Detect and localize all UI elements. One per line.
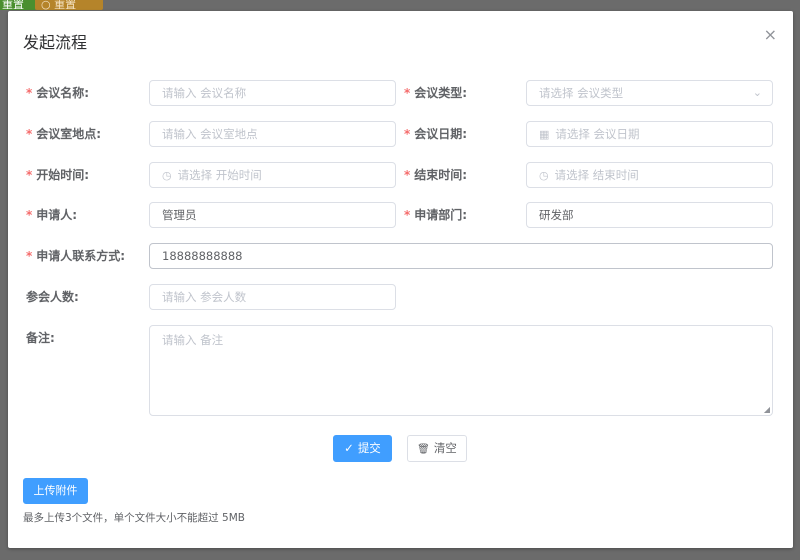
department-label: * 申请部门: [404, 208, 468, 222]
applicant-input[interactable]: 管理员 [149, 202, 396, 228]
remarks-label: 备注: [26, 331, 55, 345]
check-icon: ✓ [344, 441, 354, 455]
submit-button[interactable]: ✓ 提交 [333, 435, 392, 462]
contact-input[interactable]: 18888888888 [149, 243, 773, 269]
clear-button[interactable]: 🗑 清空 [407, 435, 467, 462]
calendar-icon: ▦ [539, 128, 550, 141]
background-reset-button-2: ○ 重置 [35, 0, 103, 11]
required-mark: * [404, 208, 411, 222]
required-mark: * [26, 127, 33, 141]
close-icon[interactable]: × [764, 25, 777, 44]
resize-grip-icon[interactable]: ◢ [764, 405, 770, 415]
meeting-type-label: * 会议类型: [404, 86, 468, 100]
chevron-down-icon: ⌄ [752, 86, 762, 99]
start-time-picker[interactable]: ◷ 请选择 开始时间 [149, 162, 396, 188]
start-time-label: * 开始时间: [26, 168, 90, 182]
remarks-textarea[interactable]: 请输入 备注 ◢ [149, 325, 773, 416]
end-time-picker[interactable]: ◷ 请选择 结束时间 [526, 162, 773, 188]
contact-label: * 申请人联系方式: [26, 249, 126, 263]
start-process-dialog: 发起流程 × * 会议名称: 请输入 会议名称 * 会议类型: 请选择 会议类型 ⌄ … [8, 11, 793, 548]
clock-icon: ◷ [162, 169, 172, 182]
clock-icon: ◷ [539, 169, 549, 182]
applicant-label: * 申请人: [26, 208, 78, 222]
upload-attachment-button[interactable]: 上传附件 [23, 478, 88, 504]
required-mark: * [26, 208, 33, 222]
dialog-title: 发起流程 [23, 33, 88, 52]
required-mark: * [26, 86, 33, 100]
required-mark: * [26, 168, 33, 182]
meeting-location-label: * 会议室地点: [26, 127, 102, 141]
meeting-type-select[interactable]: 请选择 会议类型 ⌄ [526, 80, 773, 106]
meeting-name-input[interactable]: 请输入 会议名称 [149, 80, 396, 106]
attendees-input[interactable]: 请输入 参会人数 [149, 284, 396, 310]
meeting-location-input[interactable]: 请输入 会议室地点 [149, 121, 396, 147]
upload-hint: 最多上传3个文件，单个文件大小不能超过 5MB [23, 512, 245, 524]
required-mark: * [404, 127, 411, 141]
required-mark: * [404, 86, 411, 100]
background-reset-button: 重置 [0, 0, 36, 11]
trash-icon: 🗑 [417, 444, 430, 455]
meeting-date-picker[interactable]: ▦ 请选择 会议日期 [526, 121, 773, 147]
attendees-label: 参会人数: [26, 290, 79, 304]
meeting-name-label: * 会议名称: [26, 86, 90, 100]
department-input[interactable]: 研发部 [526, 202, 773, 228]
end-time-label: * 结束时间: [404, 168, 468, 182]
meeting-date-label: * 会议日期: [404, 127, 468, 141]
required-mark: * [26, 249, 33, 263]
required-mark: * [404, 168, 411, 182]
